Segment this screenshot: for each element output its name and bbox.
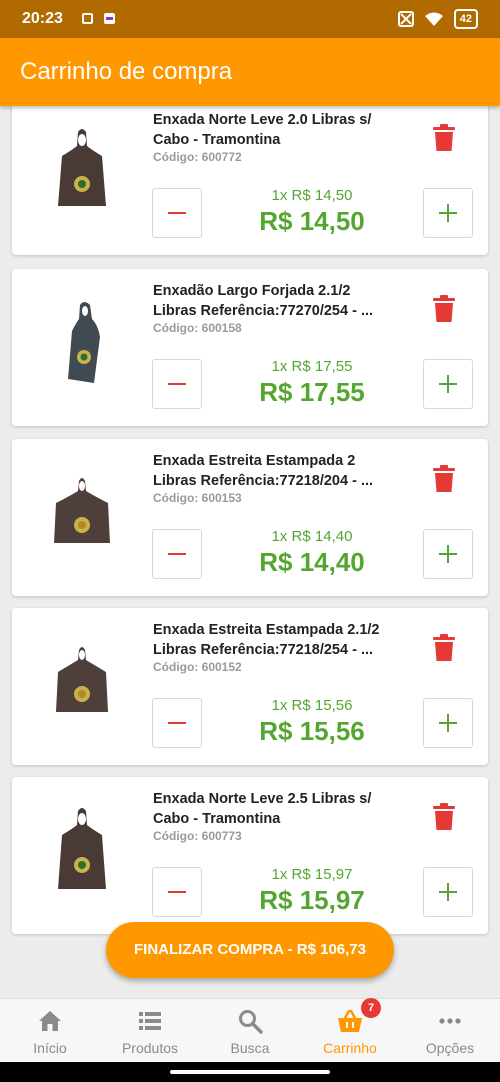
status-indicators: 42 <box>397 9 478 29</box>
cart-item: Enxadão Largo Forjada 2.1/2 Libras Refer… <box>12 269 488 426</box>
cart-item: Enxada Norte Leve 2.0 Libras s/ Cabo - T… <box>12 106 488 255</box>
nav-label: Busca <box>230 1040 270 1056</box>
hoe-product-image <box>54 478 110 543</box>
unit-price: 1x R$ 15,56 <box>271 697 353 714</box>
product-code: Código: 600152 <box>153 660 242 674</box>
notification-icon <box>82 13 93 24</box>
decrease-quantity-button[interactable] <box>152 867 202 917</box>
page-title: Carrinho de compra <box>20 58 233 85</box>
nav-label: Início <box>33 1040 67 1056</box>
list-icon <box>139 1012 161 1030</box>
hoe-product-image <box>68 302 100 383</box>
item-total: R$ 14,50 <box>259 206 365 236</box>
unit-price: 1x R$ 17,55 <box>271 358 353 375</box>
trash-icon[interactable] <box>432 634 456 662</box>
nav-label: Carrinho <box>323 1040 377 1056</box>
increase-quantity-button[interactable] <box>423 529 473 579</box>
product-code: Código: 600773 <box>153 829 242 843</box>
nav-label: Produtos <box>121 1040 179 1056</box>
cart-item: Enxada Estreita Estampada 2 Libras Refer… <box>12 439 488 596</box>
minus-icon <box>168 891 186 893</box>
plus-icon <box>439 204 457 222</box>
trash-icon[interactable] <box>432 124 456 152</box>
wifi-icon <box>424 12 443 26</box>
minus-icon <box>168 212 186 214</box>
basket-icon <box>338 1009 362 1032</box>
product-code: Código: 600772 <box>153 150 242 164</box>
app-notification-icon <box>104 13 115 24</box>
minus-icon <box>168 383 186 385</box>
hoe-product-image <box>58 808 106 889</box>
product-code: Código: 600158 <box>153 321 242 335</box>
nav-label: Opções <box>425 1040 475 1056</box>
product-name[interactable]: Enxada Norte Leve 2.5 Libras s/ Cabo - T… <box>153 789 403 829</box>
item-total: R$ 14,40 <box>259 547 365 577</box>
nav-item-busca[interactable]: Busca <box>200 999 300 1063</box>
nav-item-opcoes[interactable]: Opções <box>400 999 500 1063</box>
nav-item-carrinho[interactable]: 7 Carrinho <box>300 998 400 1063</box>
plus-icon <box>439 375 457 393</box>
no-sim-icon <box>397 11 414 27</box>
plus-icon <box>439 714 457 732</box>
minus-icon <box>168 553 186 555</box>
unit-price: 1x R$ 14,40 <box>271 528 353 545</box>
gesture-bar <box>0 1062 500 1082</box>
battery-icon: 42 <box>453 9 478 29</box>
product-name[interactable]: Enxada Estreita Estampada 2.1/2 Libras R… <box>153 620 403 660</box>
product-name[interactable]: Enxada Norte Leve 2.0 Libras s/ Cabo - T… <box>153 110 403 150</box>
hoe-product-image <box>56 647 108 712</box>
status-bar: 20:23 42 <box>0 0 500 38</box>
cart-count-badge: 7 <box>361 998 381 1018</box>
nav-item-produtos[interactable]: Produtos <box>100 999 200 1063</box>
bottom-nav: Início Produtos Busca 7 Carrinho Opções <box>0 998 500 1062</box>
increase-quantity-button[interactable] <box>423 188 473 238</box>
product-code: Código: 600153 <box>153 491 242 505</box>
increase-quantity-button[interactable] <box>423 698 473 748</box>
checkout-button[interactable]: FINALIZAR COMPRA - R$ 106,73 <box>106 922 394 978</box>
unit-price: 1x R$ 14,50 <box>271 187 353 204</box>
minus-icon <box>168 722 186 724</box>
home-indicator[interactable] <box>170 1070 330 1074</box>
trash-icon[interactable] <box>432 465 456 493</box>
search-icon <box>239 1010 263 1034</box>
increase-quantity-button[interactable] <box>423 359 473 409</box>
nav-item-inicio[interactable]: Início <box>0 999 100 1063</box>
plus-icon <box>439 545 457 563</box>
cart-item: Enxada Norte Leve 2.5 Libras s/ Cabo - T… <box>12 777 488 934</box>
plus-icon <box>439 883 457 901</box>
home-icon <box>39 1011 61 1031</box>
hoe-product-image <box>58 129 106 206</box>
product-name[interactable]: Enxada Estreita Estampada 2 Libras Refer… <box>153 451 403 491</box>
cart-list[interactable]: Enxada Norte Leve 2.0 Libras s/ Cabo - T… <box>0 106 500 998</box>
unit-price: 1x R$ 15,97 <box>271 866 353 883</box>
decrease-quantity-button[interactable] <box>152 188 202 238</box>
decrease-quantity-button[interactable] <box>152 529 202 579</box>
decrease-quantity-button[interactable] <box>152 698 202 748</box>
product-name[interactable]: Enxadão Largo Forjada 2.1/2 Libras Refer… <box>153 281 403 321</box>
increase-quantity-button[interactable] <box>423 867 473 917</box>
cart-item: Enxada Estreita Estampada 2.1/2 Libras R… <box>12 608 488 765</box>
item-total: R$ 17,55 <box>259 377 365 407</box>
trash-icon[interactable] <box>432 295 456 323</box>
trash-icon[interactable] <box>432 803 456 831</box>
app-bar: Carrinho de compra <box>0 38 500 106</box>
decrease-quantity-button[interactable] <box>152 359 202 409</box>
item-total: R$ 15,97 <box>259 885 365 915</box>
status-time: 20:23 <box>22 10 63 27</box>
item-total: R$ 15,56 <box>259 716 365 746</box>
more-icon <box>439 1018 461 1024</box>
